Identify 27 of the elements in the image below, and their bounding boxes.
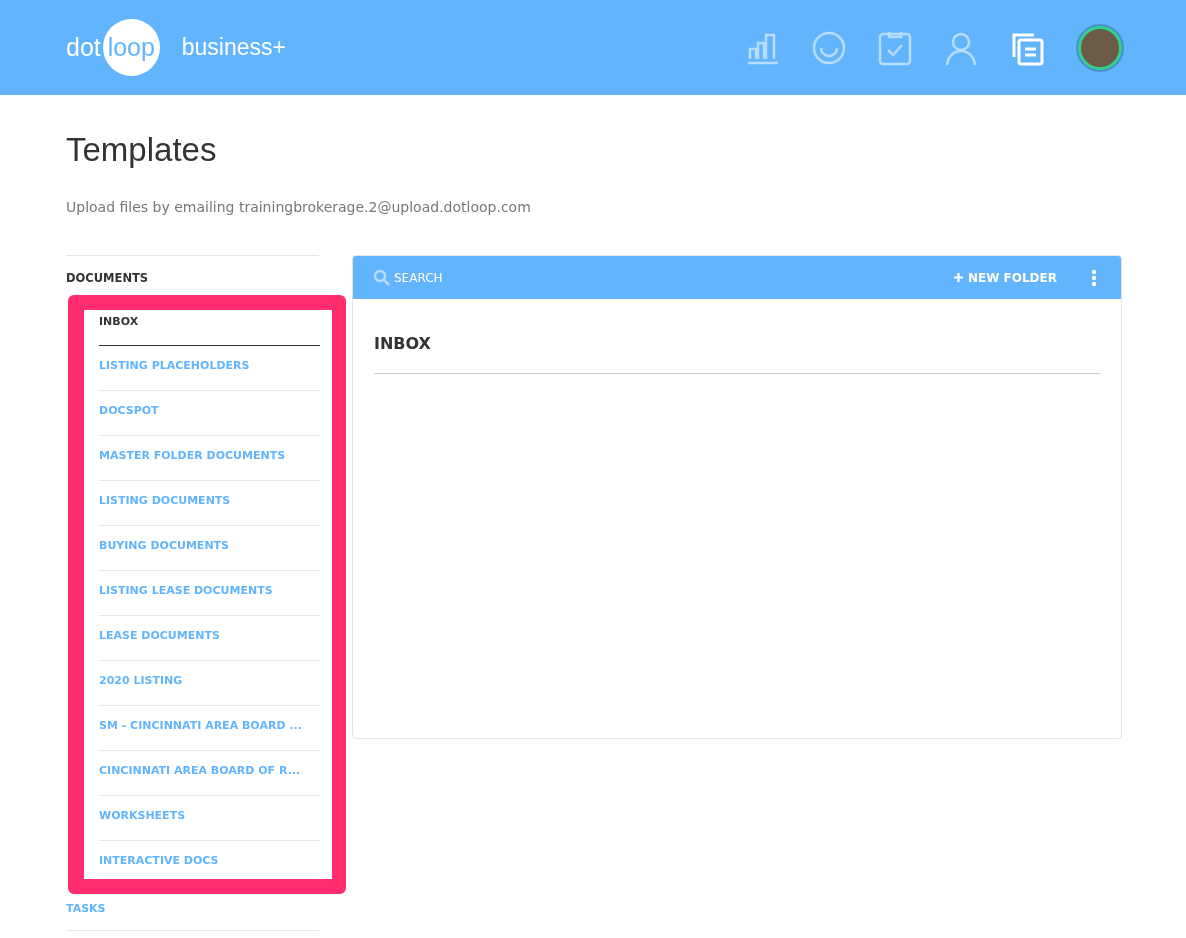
upload-hint: Upload files by emailing trainingbrokerage.2@upload.dotloop.com — [66, 199, 532, 215]
logo-text: dot — [66, 33, 101, 62]
folder-link[interactable]: LISTING LEASE DOCUMENTS — [99, 571, 320, 616]
section-link[interactable]: TASKS — [66, 894, 319, 931]
folder-link[interactable]: LISTING DOCUMENTS — [99, 481, 320, 526]
folder-link[interactable]: LISTING PLACEHOLDERS — [99, 346, 320, 391]
plan-label: business+ — [181, 34, 286, 61]
folder-link[interactable]: WORKSHEETS — [99, 796, 320, 841]
avatar-photo-placeholder[interactable] — [1078, 25, 1122, 70]
new-folder-button[interactable]: NEW FOLDER — [953, 270, 1057, 285]
folder-title: INBOX — [374, 299, 1100, 374]
folder-link[interactable]: DOCSPOT — [99, 391, 320, 436]
folder-link[interactable]: 2020 LISTING — [99, 661, 320, 706]
search-icon — [373, 268, 391, 287]
logo-circle: loop — [102, 19, 160, 76]
folder-link[interactable]: SM - CINCINNATI AREA BOARD ... — [99, 706, 320, 751]
more-options-icon[interactable] — [1091, 268, 1097, 287]
section-label: DOCUMENTS — [66, 270, 150, 287]
plus-icon — [953, 273, 963, 282]
folder-link[interactable]: INBOX — [99, 310, 320, 346]
folder-link[interactable]: INTERACTIVE DOCS — [99, 841, 320, 879]
folder-link[interactable]: CINCINNATI AREA BOARD OF R... — [99, 751, 320, 796]
folder-link[interactable]: MASTER FOLDER DOCUMENTS — [99, 436, 320, 481]
folder-link[interactable]: LEASE DOCUMENTS — [99, 616, 320, 661]
page-title: Templates — [66, 131, 218, 169]
search-field[interactable]: SEARCH — [394, 270, 514, 285]
folder-link[interactable]: BUYING DOCUMENTS — [99, 526, 320, 571]
